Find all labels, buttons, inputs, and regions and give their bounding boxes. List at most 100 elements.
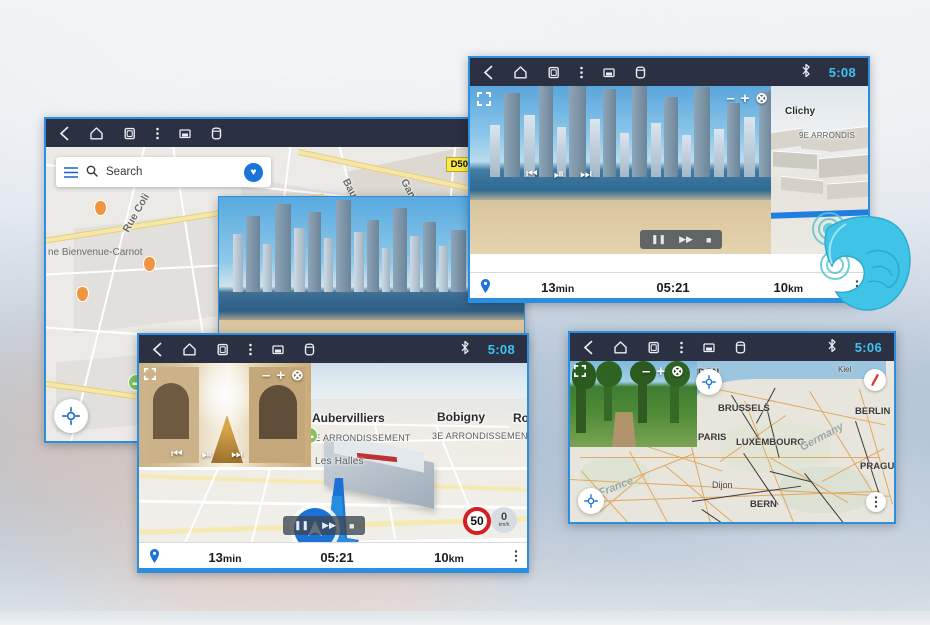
- remaining-distance: 10km: [434, 549, 464, 565]
- gallery-icon[interactable]: [702, 340, 716, 355]
- recenter-gps-button[interactable]: [54, 399, 88, 433]
- overflow-icon[interactable]: [505, 549, 527, 566]
- route-progress-bar: [470, 298, 868, 301]
- fullscreen-icon[interactable]: [477, 92, 491, 111]
- apps-icon[interactable]: [634, 65, 647, 80]
- stop-icon[interactable]: ■: [706, 235, 711, 245]
- search-input[interactable]: Search: [106, 166, 236, 178]
- minimize-button[interactable]: –: [642, 364, 650, 379]
- map-label-paris: PARIS: [698, 432, 727, 443]
- map-europe-body[interactable]: LONDON BRUSSELS PARIS LUXEMBOURG BERLIN …: [570, 361, 894, 522]
- search-bar[interactable]: Search ♥: [56, 157, 271, 187]
- close-button[interactable]: ⊗: [671, 364, 684, 379]
- recents-icon[interactable]: [122, 126, 137, 141]
- back-icon[interactable]: [582, 340, 595, 355]
- previous-icon[interactable]: ⏮: [171, 446, 183, 462]
- back-icon[interactable]: [151, 342, 164, 357]
- video-beach-body[interactable]: ⏮ ⏯ ⏭ Clichy 9E ARRONDIS – + ⊗ ❚❚ ▶▶ ■ 1…: [470, 86, 868, 301]
- map-label-city: Aubervilliers: [312, 411, 385, 425]
- window-map-europe[interactable]: 5:06 BRUSSELS PARIS LUXEMBOURG BERLIN PR…: [568, 331, 896, 524]
- fast-forward-icon[interactable]: ▶▶: [679, 234, 693, 245]
- system-bar-map-europe[interactable]: 5:06: [570, 333, 894, 361]
- maximize-button[interactable]: +: [276, 368, 285, 383]
- apps-icon[interactable]: [210, 126, 223, 141]
- maximize-button[interactable]: +: [656, 364, 665, 379]
- maximize-button[interactable]: +: [741, 91, 750, 106]
- home-icon[interactable]: [89, 126, 104, 141]
- home-icon[interactable]: [613, 340, 628, 355]
- minimize-button[interactable]: –: [726, 91, 734, 106]
- poi-marker[interactable]: [76, 286, 89, 302]
- overflow-icon[interactable]: [579, 65, 584, 80]
- current-speed-widget: 0 km/h: [491, 507, 517, 533]
- map-label-city: Ron: [513, 411, 527, 425]
- apps-icon[interactable]: [303, 342, 316, 357]
- apps-icon[interactable]: [734, 340, 747, 355]
- pause-icon[interactable]: ❚❚: [651, 234, 666, 245]
- window-controls-beach[interactable]: – + ⊗: [726, 91, 768, 106]
- system-bar-nav-paris[interactable]: 5:08: [139, 335, 527, 363]
- nav-panel-clichy[interactable]: Clichy 9E ARRONDIS: [771, 86, 868, 254]
- arrival-time: 05:21: [320, 549, 354, 565]
- nav-paris-body[interactable]: Aubervilliers Bobigny Ron 10E ARRONDISSE…: [139, 363, 527, 571]
- location-pin-icon[interactable]: [139, 548, 169, 566]
- fullscreen-icon[interactable]: [574, 364, 586, 382]
- close-button[interactable]: ⊗: [755, 91, 768, 106]
- bluetooth-icon: [801, 63, 811, 81]
- video-frame-beach[interactable]: ⏮ ⏯ ⏭: [470, 86, 775, 254]
- map-label: ne Bienvenue-Carnot: [48, 247, 143, 258]
- gallery-icon[interactable]: [602, 65, 616, 80]
- next-icon[interactable]: ⏭: [231, 446, 243, 462]
- overflow-icon[interactable]: [679, 340, 684, 355]
- back-icon[interactable]: [58, 126, 71, 141]
- map-label-clichy: Clichy: [785, 106, 816, 117]
- map-label-berlin: BERLIN: [855, 406, 891, 417]
- playback-bar-arch[interactable]: ❚❚ ▶▶ ■: [283, 516, 366, 535]
- recents-icon[interactable]: [215, 342, 230, 357]
- gallery-icon[interactable]: [178, 126, 192, 141]
- location-pin-icon[interactable]: [470, 278, 500, 296]
- map-marker-button[interactable]: [696, 369, 722, 395]
- window-controls-arch[interactable]: – + ⊗: [262, 368, 304, 383]
- map-label-city: Bobigny: [437, 410, 485, 424]
- play-pause-icon[interactable]: ⏯: [554, 166, 564, 182]
- overflow-icon[interactable]: [846, 279, 868, 296]
- overflow-icon[interactable]: [155, 126, 160, 141]
- compass-needle-icon[interactable]: [864, 369, 886, 391]
- gallery-icon[interactable]: [271, 342, 285, 357]
- window-video-beach[interactable]: 5:08 ⏮ ⏯ ⏭ Clichy 9E ARRONDIS – + ⊗ ❚❚ ▶…: [468, 56, 870, 303]
- map-canvas-paris-3d[interactable]: Aubervilliers Bobigny Ron 10E ARRONDISSE…: [139, 363, 527, 571]
- previous-icon[interactable]: ⏮: [526, 166, 538, 182]
- fullscreen-icon[interactable]: [144, 367, 156, 385]
- media-controls-beach[interactable]: ⏮ ⏯ ⏭: [526, 166, 592, 182]
- recents-icon[interactable]: [546, 65, 561, 80]
- recents-icon[interactable]: [646, 340, 661, 355]
- system-bar-map-search[interactable]: [46, 119, 479, 147]
- window-nav-paris[interactable]: 5:08 Aubervilliers Bobigny R 10E ARRONDI…: [137, 333, 529, 573]
- nav-footer-paris[interactable]: 13min 05:21 10km: [139, 542, 527, 571]
- stop-icon[interactable]: ■: [349, 521, 354, 531]
- poi-marker[interactable]: [94, 200, 107, 216]
- play-pause-icon[interactable]: ⏯: [202, 446, 212, 462]
- minimize-button[interactable]: –: [262, 368, 270, 383]
- back-icon[interactable]: [482, 65, 495, 80]
- window-controls-park[interactable]: – + ⊗: [642, 364, 684, 379]
- hamburger-icon[interactable]: [64, 166, 78, 178]
- media-controls-arch[interactable]: ⏮ ⏯ ⏭: [171, 446, 243, 462]
- home-icon[interactable]: [513, 65, 528, 80]
- pause-icon[interactable]: ❚❚: [294, 520, 309, 531]
- fast-forward-icon[interactable]: ▶▶: [322, 520, 336, 531]
- close-button[interactable]: ⊗: [291, 368, 304, 383]
- map-canvas-europe[interactable]: LONDON BRUSSELS PARIS LUXEMBOURG BERLIN …: [570, 361, 894, 522]
- home-icon[interactable]: [182, 342, 197, 357]
- nav-footer-beach[interactable]: 13min 05:21 10km: [470, 272, 868, 301]
- overflow-icon[interactable]: [866, 492, 886, 512]
- next-icon[interactable]: ⏭: [580, 166, 592, 182]
- poi-marker[interactable]: [143, 256, 156, 272]
- recenter-gps-button[interactable]: [578, 488, 604, 514]
- system-bar-video-beach[interactable]: 5:08: [470, 58, 868, 86]
- heart-icon[interactable]: ♥: [244, 162, 263, 182]
- eta-duration: 13min: [208, 549, 242, 565]
- overflow-icon[interactable]: [248, 342, 253, 357]
- playback-bar-beach[interactable]: ❚❚ ▶▶ ■: [640, 230, 723, 249]
